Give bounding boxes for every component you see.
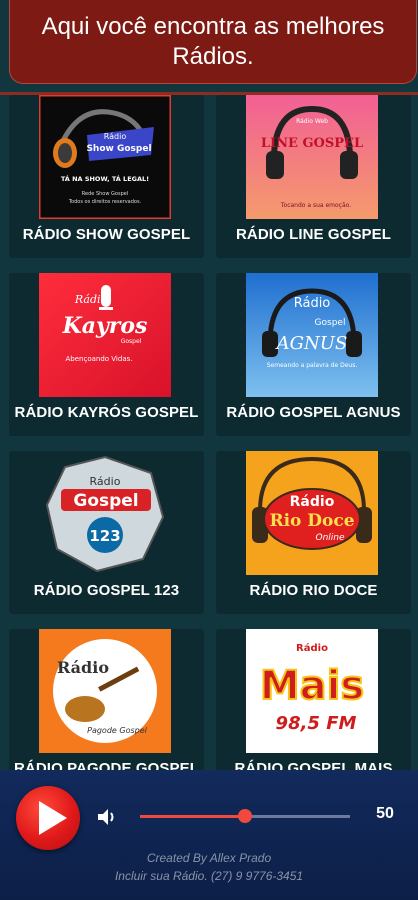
logo-show-gospel: Rádio Show Gospel TÁ NA SHOW, TÁ LEGAL! …	[39, 95, 171, 219]
svg-text:Gospel: Gospel	[73, 491, 138, 511]
app-header: Aqui você encontra as melhores Rádios.	[9, 0, 417, 84]
svg-text:Rádio Web: Rádio Web	[296, 118, 328, 125]
station-card-line-gospel[interactable]: Rádio Web LINE GOSPEL Tocando a sua emoç…	[216, 95, 411, 258]
logo-pagode-gospel: Rádio Pagode Gospel	[39, 629, 171, 753]
logo-gospel-123: Rádio Gospel 123	[39, 451, 171, 575]
volume-value: 50	[376, 805, 394, 822]
volume-slider[interactable]	[140, 809, 350, 823]
svg-text:Rio Doce: Rio Doce	[269, 511, 354, 531]
svg-text:123: 123	[89, 527, 120, 545]
station-label: RÁDIO GOSPEL MAIS	[234, 760, 393, 770]
svg-text:Pagode Gospel: Pagode Gospel	[87, 726, 148, 735]
station-label: RÁDIO RIO DOCE	[249, 582, 378, 599]
play-icon	[39, 801, 67, 835]
logo-rio-doce: Rádio Rio Doce Online	[246, 451, 378, 575]
svg-text:Rádio: Rádio	[294, 296, 331, 311]
volume-icon[interactable]	[96, 806, 118, 828]
station-label: RÁDIO KAYRÓS GOSPEL	[14, 404, 199, 421]
svg-text:Gospel: Gospel	[121, 338, 142, 345]
station-label: RÁDIO PAGODE GOSPEL	[14, 760, 199, 770]
svg-text:Gospel: Gospel	[315, 318, 346, 328]
station-label: RÁDIO SHOW GOSPEL	[22, 226, 191, 243]
svg-text:Rádio: Rádio	[296, 642, 328, 654]
credit-contact: Incluir sua Rádio. (27) 9 9776-3451	[114, 869, 304, 883]
svg-text:Rede Show Gospel: Rede Show Gospel	[82, 191, 128, 197]
header-title: Aqui você encontra as melhores Rádios.	[41, 12, 385, 70]
svg-text:Mais: Mais	[260, 663, 364, 709]
svg-text:Online: Online	[315, 533, 344, 543]
svg-text:Rádio: Rádio	[104, 132, 127, 141]
station-card-mais-fm[interactable]: Rádio Mais 98,5 FM RÁDIO GOSPEL MAIS	[216, 629, 411, 770]
station-grid: Rádio Show Gospel TÁ NA SHOW, TÁ LEGAL! …	[0, 95, 418, 770]
logo-kayros-gospel: Rádio Kayros Gospel Abençoando Vidas.	[39, 273, 171, 397]
svg-text:Rádio: Rádio	[74, 293, 108, 306]
svg-text:TÁ NA SHOW, TÁ LEGAL!: TÁ NA SHOW, TÁ LEGAL!	[61, 174, 149, 183]
svg-text:Todos os direitos reservados.: Todos os direitos reservados.	[68, 199, 142, 205]
station-card-gospel-agnus[interactable]: Rádio Gospel AGNUS Semeando a palavra de…	[216, 273, 411, 436]
svg-text:Rádio: Rádio	[290, 494, 335, 510]
audio-player: 50 Created By Allex Prado Incluir sua Rá…	[0, 770, 418, 900]
station-card-pagode-gospel[interactable]: Rádio Pagode Gospel RÁDIO PAGODE GOSPEL	[9, 629, 204, 770]
credit-author: Created By Allex Prado	[146, 851, 272, 865]
station-label: RÁDIO LINE GOSPEL	[235, 226, 392, 243]
logo-mais-fm: Rádio Mais 98,5 FM	[246, 629, 378, 753]
volume-slider-thumb[interactable]	[238, 809, 252, 823]
play-button[interactable]	[16, 786, 80, 850]
svg-text:LINE GOSPEL: LINE GOSPEL	[261, 136, 363, 151]
station-card-show-gospel[interactable]: Rádio Show Gospel TÁ NA SHOW, TÁ LEGAL! …	[9, 95, 204, 258]
station-label: RÁDIO GOSPEL AGNUS	[226, 404, 401, 421]
logo-line-gospel: Rádio Web LINE GOSPEL Tocando a sua emoç…	[246, 95, 378, 219]
svg-text:Rádio: Rádio	[90, 475, 121, 488]
station-card-rio-doce[interactable]: Rádio Rio Doce Online RÁDIO RIO DOCE	[216, 451, 411, 614]
svg-text:98,5 FM: 98,5 FM	[276, 713, 357, 734]
svg-text:Show Gospel: Show Gospel	[86, 144, 151, 154]
svg-text:AGNUS: AGNUS	[275, 333, 348, 354]
svg-text:Rádio: Rádio	[57, 658, 109, 677]
svg-text:Abençoando Vidas.: Abençoando Vidas.	[66, 355, 133, 363]
station-label: RÁDIO GOSPEL 123	[33, 582, 180, 599]
logo-gospel-agnus: Rádio Gospel AGNUS Semeando a palavra de…	[246, 273, 378, 397]
station-card-gospel-123[interactable]: Rádio Gospel 123 RÁDIO GOSPEL 123	[9, 451, 204, 614]
svg-text:Kayros: Kayros	[62, 313, 148, 339]
volume-slider-fill	[140, 815, 245, 818]
svg-text:Semeando a palavra de Deus.: Semeando a palavra de Deus.	[267, 362, 358, 369]
station-card-kayros-gospel[interactable]: Rádio Kayros Gospel Abençoando Vidas. RÁ…	[9, 273, 204, 436]
svg-text:Tocando a sua emoção.: Tocando a sua emoção.	[280, 202, 351, 209]
